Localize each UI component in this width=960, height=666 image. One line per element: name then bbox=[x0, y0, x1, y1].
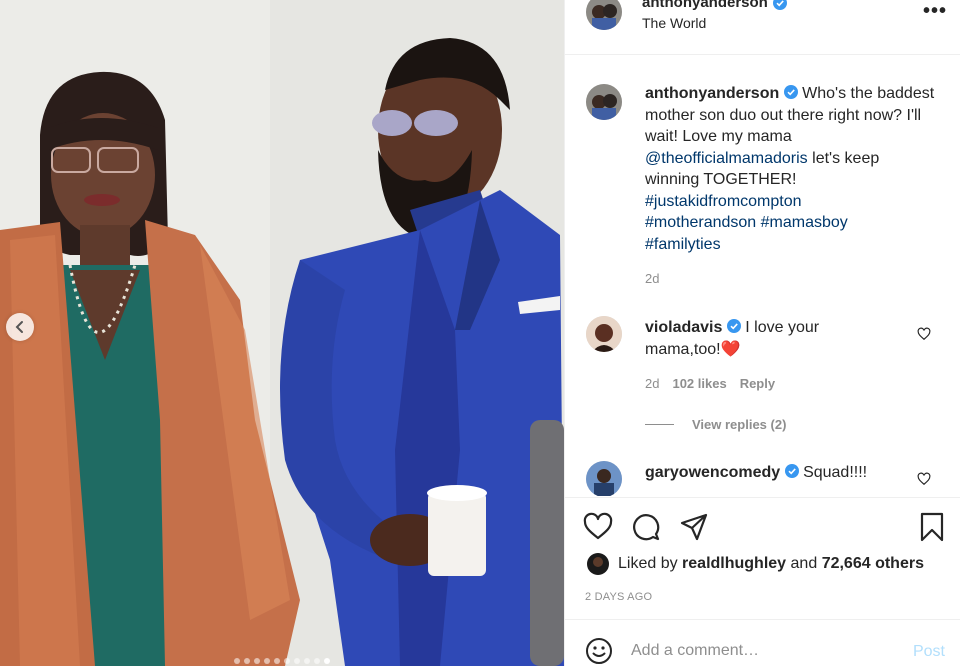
post-header: anthonyanderson The World ••• bbox=[565, 0, 960, 55]
carousel-dot bbox=[254, 658, 260, 664]
liked-by-and: and bbox=[790, 555, 818, 572]
verified-badge-icon bbox=[772, 0, 787, 10]
emoji-icon[interactable] bbox=[585, 637, 613, 665]
view-replies-button[interactable]: View replies (2) bbox=[645, 417, 786, 432]
hashtag-link[interactable]: #familyties bbox=[645, 236, 721, 253]
verified-badge-icon bbox=[783, 85, 798, 99]
comments-list[interactable]: anthonyanderson Who's the baddest mother… bbox=[565, 56, 960, 496]
carousel-dot bbox=[304, 658, 310, 664]
author-username[interactable]: anthonyanderson bbox=[642, 0, 768, 11]
share-icon[interactable] bbox=[679, 512, 709, 542]
more-options-button[interactable]: ••• bbox=[923, 1, 947, 21]
comment-text: violadavis I love your mama,too!❤️ bbox=[645, 317, 895, 360]
comment-reply-button[interactable]: Reply bbox=[740, 376, 775, 391]
likes-summary: Liked by realdlhughley and 72,664 others bbox=[587, 553, 924, 575]
like-comment-heart-icon[interactable] bbox=[917, 472, 931, 486]
caption-time[interactable]: 2d bbox=[645, 271, 659, 286]
carousel-dot bbox=[264, 658, 270, 664]
liker-username[interactable]: realdlhughley bbox=[682, 555, 786, 573]
comment-body: Squad!!!! bbox=[803, 464, 868, 481]
commenter-avatar[interactable] bbox=[586, 461, 622, 496]
carousel-dot bbox=[234, 658, 240, 664]
red-heart-emoji: ❤️ bbox=[720, 340, 741, 358]
view-replies-label: View replies (2) bbox=[692, 417, 787, 432]
comment-input[interactable] bbox=[631, 638, 891, 664]
post-location[interactable]: The World bbox=[642, 15, 706, 31]
heart-icon[interactable] bbox=[583, 512, 613, 542]
caption-text: anthonyanderson Who's the baddest mother… bbox=[645, 83, 935, 255]
verified-badge-icon bbox=[726, 319, 741, 333]
caption-mention[interactable]: @theofficialmamadoris bbox=[645, 150, 808, 167]
hashtag-link[interactable]: #motherandson bbox=[645, 214, 756, 231]
carousel-dot bbox=[244, 658, 250, 664]
commenter-username[interactable]: violadavis bbox=[645, 319, 722, 336]
comment-time[interactable]: 2d bbox=[645, 376, 659, 391]
post-side-panel: anthonyanderson The World ••• anthonyand… bbox=[564, 0, 960, 666]
like-comment-heart-icon[interactable] bbox=[917, 327, 931, 341]
caption-author-avatar[interactable] bbox=[586, 84, 622, 120]
commenter-username[interactable]: garyowencomedy bbox=[645, 464, 780, 481]
likes-count[interactable]: 72,664 others bbox=[822, 555, 924, 573]
chevron-left-icon bbox=[15, 321, 23, 333]
hashtag-link[interactable]: #mamasboy bbox=[761, 214, 848, 231]
carousel-indicators bbox=[0, 658, 564, 666]
comment-text: garyowencomedy Squad!!!! bbox=[645, 462, 895, 484]
liked-by-prefix: Liked by bbox=[618, 555, 678, 572]
comment-likes[interactable]: 102 likes bbox=[672, 376, 726, 391]
post-photo[interactable] bbox=[0, 0, 564, 666]
replies-divider bbox=[645, 424, 674, 425]
comment-meta: 2d 102 likes Reply bbox=[645, 376, 775, 391]
post-image bbox=[0, 0, 564, 666]
author-avatar[interactable] bbox=[586, 0, 622, 30]
carousel-dot bbox=[324, 658, 330, 664]
add-comment-bar: Post bbox=[565, 619, 960, 666]
carousel-dot bbox=[274, 658, 280, 664]
caption-username[interactable]: anthonyanderson bbox=[645, 85, 779, 102]
post-comment-button[interactable]: Post bbox=[913, 643, 945, 661]
bookmark-icon[interactable] bbox=[917, 512, 947, 542]
carousel-dot bbox=[294, 658, 300, 664]
carousel-dot bbox=[284, 658, 290, 664]
comment-icon[interactable] bbox=[631, 512, 661, 542]
verified-badge-icon bbox=[784, 464, 799, 478]
commenter-avatar[interactable] bbox=[586, 316, 622, 352]
hashtag-link[interactable]: #justakidfromcompton bbox=[645, 193, 802, 210]
liker-avatar[interactable] bbox=[587, 553, 609, 575]
carousel-prev-button[interactable] bbox=[6, 313, 34, 341]
carousel-dot bbox=[314, 658, 320, 664]
post-age[interactable]: 2 DAYS AGO bbox=[585, 591, 652, 603]
post-actions: Liked by realdlhughley and 72,664 others… bbox=[565, 497, 960, 619]
